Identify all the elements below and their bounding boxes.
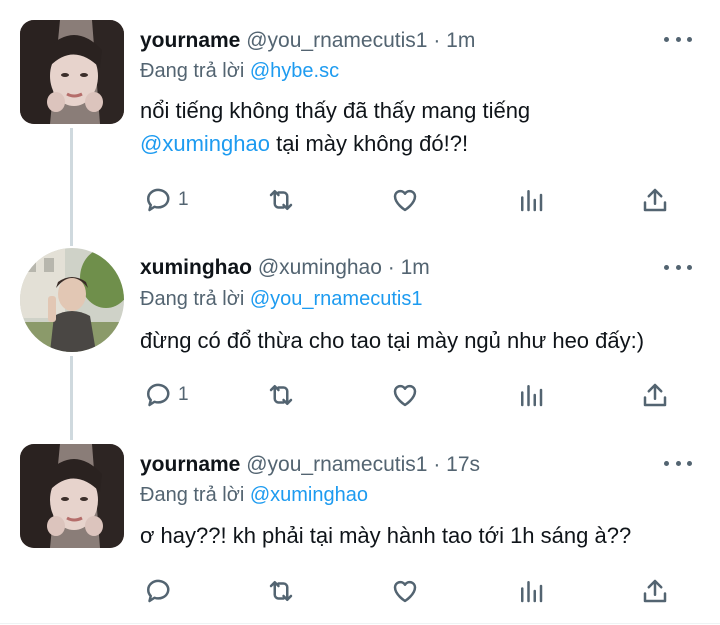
user-handle[interactable]: @you_rnamecutis1 (246, 453, 427, 476)
reply-count: 1 (178, 189, 189, 210)
tweet-text-rest: tại mày không đó!?! (276, 131, 469, 156)
timestamp[interactable]: 17s (446, 453, 480, 476)
replying-mention-link[interactable]: @you_rnamecutis1 (250, 288, 423, 310)
tweet-actions (0, 571, 720, 611)
mention-link[interactable]: @xuminghao (140, 131, 270, 156)
reply-button[interactable]: 1 (142, 375, 189, 415)
reply-icon (146, 579, 170, 603)
retweet-icon (269, 581, 293, 601)
tweet-text: nổi tiếng không thấy đã thấy mang tiếng … (140, 94, 700, 160)
avatar[interactable] (20, 248, 124, 352)
share-button[interactable] (640, 375, 670, 415)
analytics-button[interactable] (516, 375, 546, 415)
share-button[interactable] (640, 180, 670, 220)
like-button[interactable] (390, 180, 420, 220)
tweet-header: xuminghao @xuminghao · 1m (140, 255, 430, 281)
tweet-actions: 1 (0, 375, 720, 415)
retweet-button[interactable] (266, 180, 296, 220)
analytics-button[interactable] (516, 571, 546, 611)
boy-portrait-avatar (20, 248, 124, 352)
replying-to: Đang trả lời @you_rnamecutis1 (140, 286, 422, 312)
avatar[interactable] (20, 20, 124, 124)
tweet-header: yourname @you_rnamecutis1 · 1m (140, 28, 475, 54)
girl-portrait-avatar (20, 444, 124, 548)
share-icon (643, 579, 667, 603)
replying-prefix: Đang trả lời (140, 60, 245, 82)
timestamp[interactable]: 1m (446, 29, 475, 52)
girl-portrait-avatar (20, 20, 124, 124)
retweet-button[interactable] (266, 375, 296, 415)
tweet-actions: 1 (0, 180, 720, 220)
reply-icon (146, 383, 170, 407)
tweet-text: ơ hay??! kh phải tại mày hành tao tới 1h… (140, 523, 632, 548)
replying-to: Đang trả lời @hybe.sc (140, 58, 339, 84)
replying-to: Đang trả lời @xuminghao (140, 482, 368, 508)
analytics-icon (521, 581, 543, 603)
replying-prefix: Đang trả lời (140, 484, 245, 506)
reply-button[interactable] (142, 571, 178, 611)
share-icon (643, 383, 667, 407)
user-handle[interactable]: @you_rnamecutis1 (246, 29, 427, 52)
retweet-icon (269, 385, 293, 405)
separator-dot: · (387, 256, 395, 279)
more-icon[interactable] (664, 262, 692, 272)
analytics-button[interactable] (516, 180, 546, 220)
more-icon[interactable] (664, 34, 692, 44)
display-name[interactable]: yourname (140, 29, 240, 52)
display-name[interactable]: xuminghao (140, 256, 252, 279)
avatar[interactable] (20, 444, 124, 548)
bottom-divider (0, 623, 720, 624)
user-handle[interactable]: @xuminghao (258, 256, 382, 279)
share-icon (643, 188, 667, 212)
retweet-button[interactable] (266, 571, 296, 611)
reply-button[interactable]: 1 (142, 180, 189, 220)
replying-mention-link[interactable]: @hybe.sc (250, 60, 339, 82)
replying-mention-link[interactable]: @xuminghao (250, 484, 368, 506)
like-button[interactable] (390, 571, 420, 611)
reply-count: 1 (178, 384, 189, 405)
separator-dot: · (433, 29, 441, 52)
like-icon (393, 580, 417, 603)
timestamp[interactable]: 1m (401, 256, 430, 279)
analytics-icon (521, 385, 543, 407)
more-icon[interactable] (664, 458, 692, 468)
tweet-header: yourname @you_rnamecutis1 · 17s (140, 452, 480, 478)
like-icon (393, 384, 417, 407)
tweet-text-line: nổi tiếng không thấy đã thấy mang tiếng (140, 98, 531, 123)
tweet-text: đừng có đổ thừa cho tao tại mày ngủ như … (140, 328, 645, 353)
separator-dot: · (433, 453, 441, 476)
display-name[interactable]: yourname (140, 453, 240, 476)
retweet-icon (269, 190, 293, 210)
share-button[interactable] (640, 571, 670, 611)
like-icon (393, 189, 417, 212)
replying-prefix: Đang trả lời (140, 288, 245, 310)
reply-icon (146, 188, 170, 212)
like-button[interactable] (390, 375, 420, 415)
analytics-icon (521, 190, 543, 212)
